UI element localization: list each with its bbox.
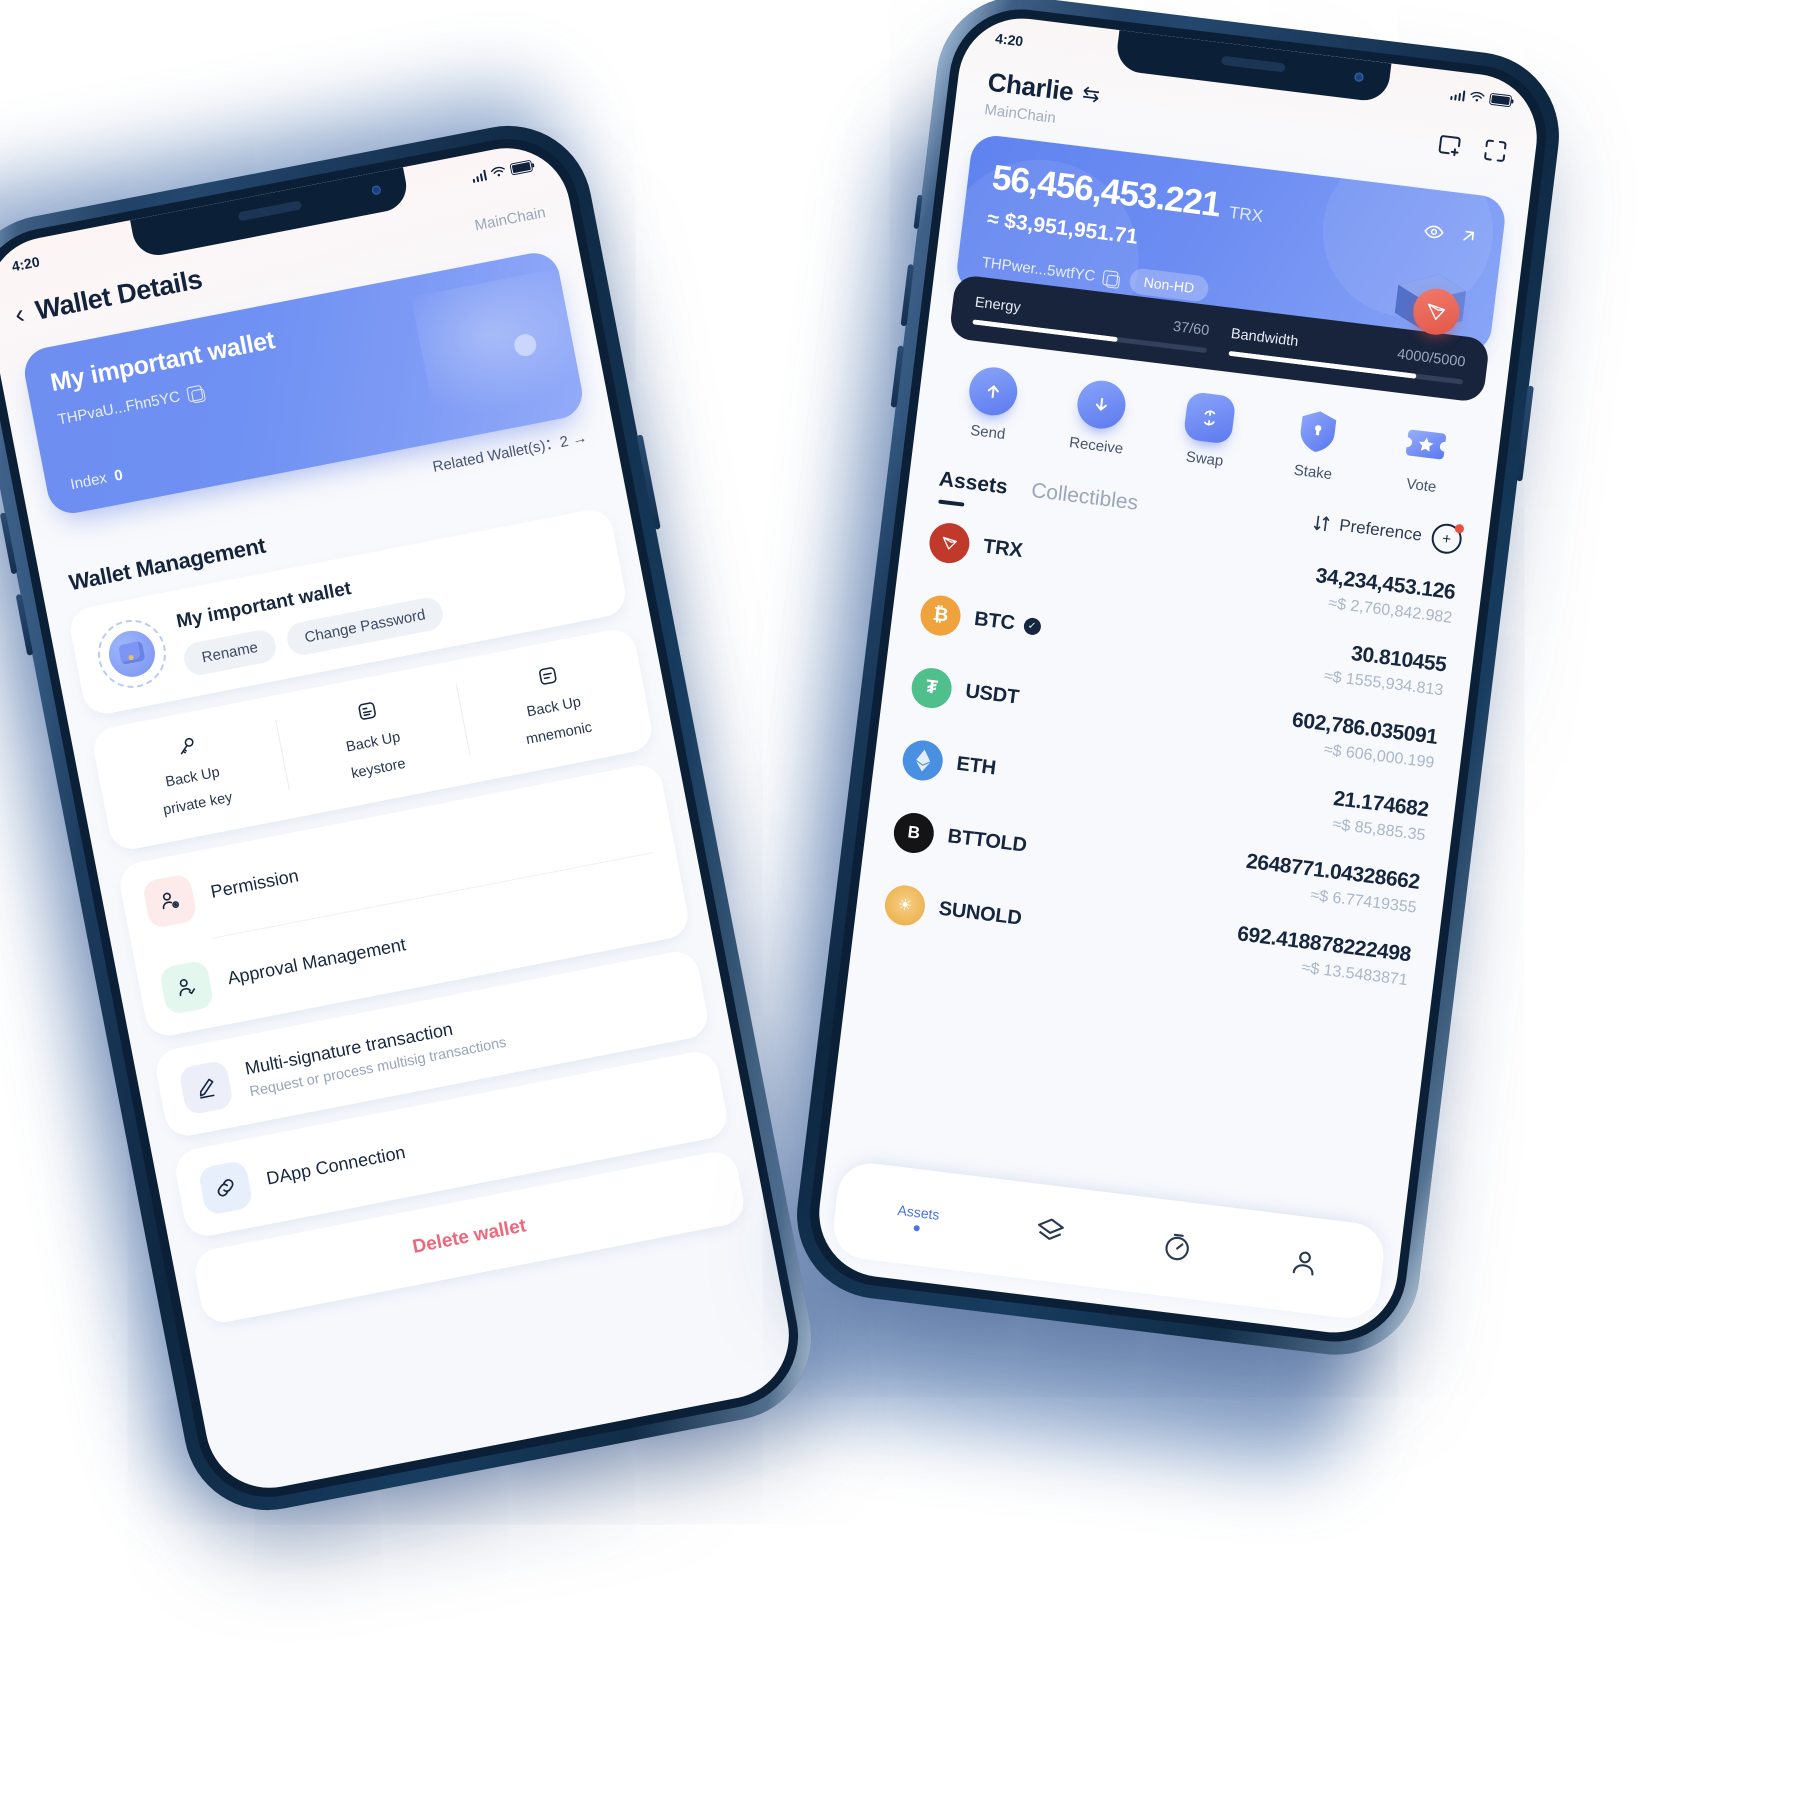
asset-symbol: BTC: [973, 607, 1016, 635]
battery-icon-right: [1488, 92, 1513, 108]
signal-bars-icon: [471, 169, 488, 183]
phone-left: 4:20 ‹ Wallet Details MainChain My impor…: [0, 111, 826, 1525]
profile-icon: [1292, 1251, 1314, 1276]
resource-label-bandwidth: Bandwidth: [1230, 325, 1300, 351]
coin-icon-usdt: ₮: [909, 665, 954, 710]
card-glow: [411, 262, 587, 425]
earpiece-speaker-right: [1220, 55, 1286, 73]
permission-icon: [141, 872, 198, 929]
balance-unit: TRX: [1227, 202, 1265, 226]
front-camera-icon-right: [1353, 72, 1364, 83]
add-wallet-icon[interactable]: [1434, 130, 1465, 161]
screenshot-stage: 4:20 ‹ Wallet Details MainChain My impor…: [0, 0, 1800, 1800]
copy-icon-right[interactable]: [1102, 269, 1120, 287]
wallet-index-label: Index: [68, 469, 109, 494]
rename-button[interactable]: Rename: [181, 627, 279, 678]
verified-icon: ✓: [1022, 616, 1042, 636]
wallet-avatar-icon: [92, 613, 172, 694]
earpiece-speaker: [237, 200, 303, 222]
chain-label: MainChain: [473, 204, 547, 235]
coin-icon-btc: ₿: [918, 592, 963, 638]
resource-value-bandwidth: 4000: [1396, 346, 1431, 367]
screen-left: 4:20 ‹ Wallet Details MainChain My impor…: [0, 137, 800, 1499]
wallet-address: THPvaU...Fhn5YC: [56, 388, 182, 429]
back-button[interactable]: ‹: [12, 298, 27, 329]
sort-icon[interactable]: [1312, 513, 1330, 533]
action-stake[interactable]: Stake: [1258, 401, 1375, 488]
phone-bezel-left: 4:20 ‹ Wallet Details MainChain My impor…: [0, 126, 811, 1510]
copy-icon[interactable]: [186, 384, 204, 403]
resource-bandwidth[interactable]: Bandwidth 4000/5000: [1228, 326, 1466, 385]
backup-private-key-button[interactable]: Back Up private key: [93, 714, 290, 831]
nav-label-assets: Assets: [896, 1201, 941, 1223]
asset-symbol: TRX: [981, 535, 1024, 563]
action-vote[interactable]: Vote: [1366, 414, 1483, 501]
signal-bars-icon-right: [1449, 88, 1466, 102]
asset-list: TRX 34,234,453.126 ≈$ 2,760,842.982 ₿ BT…: [853, 488, 1486, 1008]
arrow-down-icon: [1074, 377, 1128, 432]
nav-item-profile[interactable]: [1286, 1244, 1322, 1285]
coin-icon-sunold: ☀: [882, 882, 928, 928]
asset-symbol: USDT: [964, 680, 1021, 709]
menu-label-permission: Permission: [209, 865, 301, 903]
asset-symbol: ETH: [955, 752, 998, 780]
status-time-right: 4:20: [994, 30, 1025, 50]
coin-icon-trx: [927, 520, 972, 565]
resource-label-energy: Energy: [973, 294, 1022, 317]
scan-qr-icon[interactable]: [1480, 135, 1511, 166]
front-camera-icon: [371, 184, 382, 196]
nav-active-dot: [913, 1224, 921, 1232]
preference-label: Preference: [1338, 515, 1424, 545]
swap-icon: [1182, 391, 1237, 445]
layers-icon: [1037, 1218, 1064, 1240]
wifi-icon: [490, 166, 505, 177]
nav-item-explore[interactable]: [1159, 1229, 1195, 1270]
status-time: 4:20: [10, 253, 41, 275]
resource-max-bandwidth: /5000: [1428, 350, 1467, 371]
link-icon: [197, 1159, 254, 1216]
coin-icon-eth: [900, 737, 946, 783]
action-receive[interactable]: Receive: [1041, 374, 1158, 461]
switch-account-icon[interactable]: ⇆: [1081, 81, 1101, 108]
wallet-index: Index 0: [69, 466, 124, 493]
ticket-icon: [1400, 418, 1453, 471]
coin-icon-bttold: B: [891, 810, 937, 855]
shield-icon: [1291, 404, 1344, 457]
arrow-up-icon: [966, 364, 1020, 419]
account-name: Charlie: [986, 66, 1076, 107]
add-token-icon[interactable]: +: [1429, 522, 1465, 556]
menu-label-approval-management: Approval Management: [225, 934, 408, 989]
bottom-nav: Assets: [829, 1159, 1388, 1322]
explore-icon: [1165, 1233, 1189, 1260]
notification-dot: [1454, 523, 1465, 534]
menu-label-dapp-connection: DApp Connection: [264, 1142, 408, 1189]
wifi-icon-right: [1470, 91, 1485, 102]
action-swap[interactable]: Swap: [1149, 387, 1266, 474]
screen-right: 4:20 Charlie ⇆ MainChain 56,456,453.221 …: [811, 11, 1545, 1340]
power-button-right[interactable]: [1516, 385, 1534, 482]
power-button[interactable]: [636, 434, 661, 530]
action-send[interactable]: Send: [933, 361, 1050, 448]
backup-mnemonic-button[interactable]: Back Up mnemonic: [455, 644, 652, 761]
wallet-index-value: 0: [112, 466, 125, 485]
battery-icon: [509, 159, 534, 176]
nav-item-assets[interactable]: Assets: [896, 1201, 941, 1233]
asset-symbol: BTTOLD: [946, 825, 1029, 857]
approval-icon: [158, 959, 215, 1016]
asset-symbol: SUNOLD: [937, 897, 1023, 930]
backup-keystore-button[interactable]: Back Up keystore: [274, 679, 471, 796]
resource-max-energy: /60: [1188, 320, 1211, 340]
nav-item-layers[interactable]: [1032, 1213, 1068, 1254]
resource-energy[interactable]: Energy 37/60: [972, 295, 1210, 354]
multisig-icon: [177, 1059, 235, 1116]
